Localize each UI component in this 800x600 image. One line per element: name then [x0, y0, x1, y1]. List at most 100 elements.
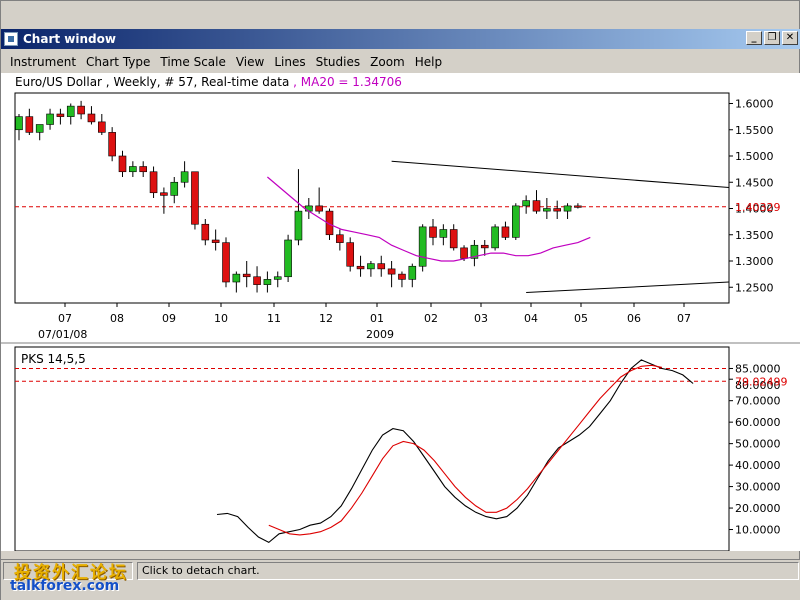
candle-bull — [543, 208, 551, 212]
candle-bear — [429, 226, 437, 238]
x-tick-label: 05 — [574, 312, 588, 325]
price-y-tick-label: 1.5000 — [735, 150, 774, 163]
x-subtitle-year: 2009 — [366, 328, 394, 341]
ma-readout: , MA20 = 1.34706 — [293, 75, 402, 89]
x-subtitle-date: 07/01/08 — [38, 328, 87, 341]
candle-bear — [574, 205, 582, 208]
indicator-lower-level-label: 79.02499 — [735, 375, 788, 388]
chart-area[interactable]: 1.6000 1.5500 1.5000 1.4500 1.4000 1.3500 1.30… — [1, 91, 800, 551]
menu-time-scale[interactable]: Time Scale — [155, 53, 230, 71]
x-tick-label: 03 — [474, 312, 488, 325]
price-y-tick-label: 1.6000 — [735, 98, 774, 111]
candle-bear — [139, 166, 147, 173]
price-y-tick-label: 1.2500 — [735, 281, 774, 294]
candle-bear — [553, 208, 562, 212]
candle-bear — [160, 192, 168, 196]
indicator-y-tick-label: 60.0000 — [735, 416, 781, 429]
x-tick-label: 10 — [214, 312, 228, 325]
price-panel-frame — [14, 92, 730, 304]
candle-bear — [222, 242, 230, 283]
indicator-y-tick-label: 70.0000 — [735, 395, 781, 408]
candle-bull — [284, 239, 292, 278]
candle-bear — [118, 155, 127, 173]
menu-bar: Instrument Chart Type Time Scale View Li… — [1, 51, 800, 73]
candle-bull — [522, 200, 530, 207]
candle-bull — [35, 124, 44, 133]
watermark-logo: 投资外汇论坛 talkforex.com — [4, 556, 128, 600]
indicator-panel-frame — [14, 346, 730, 551]
price-y-tick-label: 1.3000 — [735, 255, 774, 268]
chart-svg[interactable]: 1.60001.55001.50001.45001.40001.35001.30… — [1, 91, 800, 551]
menu-studies[interactable]: Studies — [311, 53, 366, 71]
indicator-label: PKS 14,5,5 — [21, 352, 86, 366]
candle-bear — [480, 244, 489, 249]
candle-bear — [191, 171, 199, 225]
status-message[interactable]: Click to detach chart. — [137, 562, 799, 580]
indicator-y-tick-label: 85.0000 — [735, 362, 781, 375]
x-tick-label: 04 — [524, 312, 538, 325]
candle-bear — [201, 223, 210, 241]
close-button[interactable]: ✕ — [782, 31, 798, 45]
candle-bull — [129, 166, 137, 173]
candle-bear — [87, 113, 96, 123]
candle-bear — [449, 229, 458, 249]
candle-bear — [501, 226, 510, 238]
window-title: Chart window — [23, 32, 116, 46]
indicator-y-tick-label: 40.0000 — [735, 459, 781, 472]
chart-app-icon — [4, 32, 18, 46]
title-bar[interactable]: Chart window _ ❐ ✕ — [1, 29, 800, 49]
candle-bull — [170, 181, 179, 196]
candle-bull — [408, 265, 417, 280]
candle-bear — [149, 171, 158, 194]
candle-bull — [46, 113, 54, 125]
indicator-y-tick-label: 50.0000 — [735, 438, 781, 451]
candle-bull — [273, 276, 282, 280]
price-y-tick-label: 1.4500 — [735, 176, 774, 189]
candle-bear — [77, 105, 85, 115]
indicator-y-tick-label: 30.0000 — [735, 481, 781, 494]
watermark-url: talkforex.com — [10, 578, 120, 594]
price-y-tick-label: 1.5500 — [735, 124, 774, 137]
menu-lines[interactable]: Lines — [269, 53, 310, 71]
x-tick-label: 11 — [267, 312, 281, 325]
menu-instrument[interactable]: Instrument — [5, 53, 81, 71]
x-tick-label: 09 — [162, 312, 176, 325]
candle-bear — [377, 263, 386, 270]
candle-bull — [232, 273, 241, 283]
x-tick-label: 08 — [110, 312, 124, 325]
chart-window: Chart window _ ❐ ✕ Instrument Chart Type… — [0, 0, 800, 600]
candle-bull — [15, 116, 23, 131]
menu-help[interactable]: Help — [410, 53, 447, 71]
candle-bull — [511, 205, 520, 238]
candle-bear — [346, 242, 355, 267]
candle-bull — [491, 226, 499, 249]
candle-bull — [439, 229, 448, 238]
menu-view[interactable]: View — [231, 53, 269, 71]
candle-bear — [98, 121, 106, 133]
candle-bear — [398, 273, 406, 280]
candle-bear — [242, 273, 251, 278]
candle-bear — [336, 234, 344, 243]
candle-bear — [532, 200, 541, 212]
candle-bear — [315, 205, 323, 212]
menu-zoom[interactable]: Zoom — [365, 53, 410, 71]
x-tick-label: 02 — [424, 312, 438, 325]
restore-button[interactable]: ❐ — [764, 31, 780, 45]
candle-bear — [211, 239, 220, 243]
candle-bull — [263, 279, 272, 285]
candle-bull — [367, 263, 375, 270]
current-price-label: 1.40329 — [735, 201, 781, 214]
price-y-tick-label: 1.3500 — [735, 229, 774, 242]
candle-bear — [108, 132, 116, 157]
minimize-button[interactable]: _ — [746, 31, 762, 45]
candle-bear — [387, 268, 396, 275]
candle-bear — [25, 116, 34, 133]
candle-bull — [180, 171, 189, 183]
candle-bear — [56, 113, 65, 117]
menu-chart-type[interactable]: Chart Type — [81, 53, 155, 71]
candle-bull — [563, 205, 572, 212]
candle-bear — [460, 247, 468, 259]
indicator-y-tick-label: 20.0000 — [735, 502, 781, 515]
instrument-description: Euro/US Dollar , Weekly, # 57, Real-time… — [15, 75, 290, 89]
x-tick-label: 12 — [319, 312, 333, 325]
